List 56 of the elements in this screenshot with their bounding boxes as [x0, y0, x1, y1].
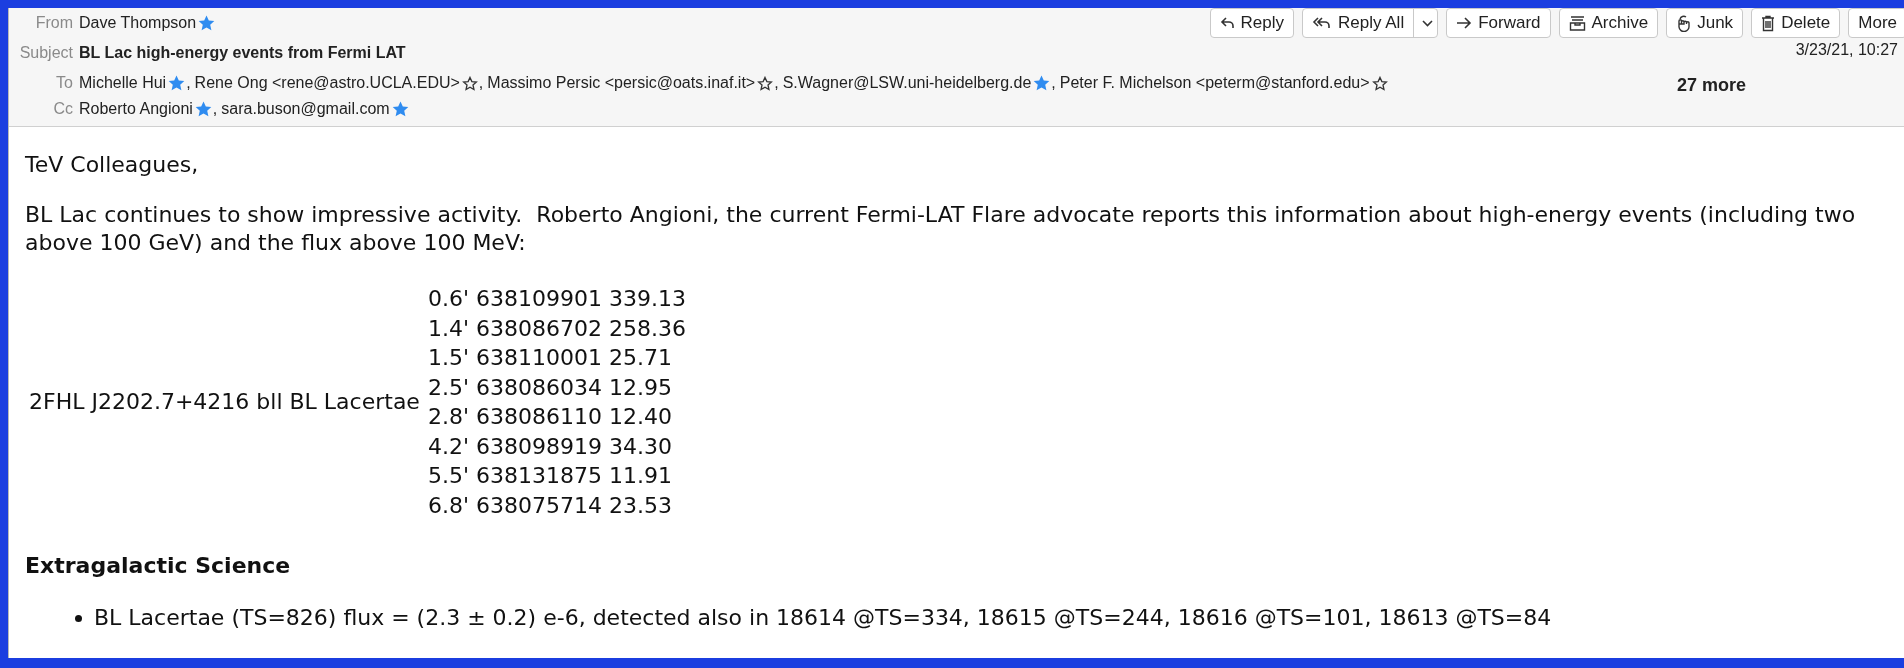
reply-button[interactable]: Reply: [1209, 8, 1294, 38]
separator-comma: ,: [1051, 74, 1056, 92]
recipient-name[interactable]: Michelle Hui: [79, 74, 167, 92]
event-row-text: 2.5' 638086034 12.95: [427, 373, 673, 402]
bullet-icon: [75, 614, 82, 622]
recipient-name[interactable]: Roberto Angioni: [79, 100, 193, 118]
forward-button[interactable]: Forward: [1446, 8, 1551, 38]
field-label: To: [55, 74, 74, 92]
event-row-text: 4.2' 638098919 34.30: [427, 432, 673, 461]
recipient-name[interactable]: Massimo Persic <persic@oats.inaf.it>: [487, 74, 756, 92]
star-outline-icon[interactable]: [1371, 75, 1388, 91]
star-outline-icon[interactable]: [461, 75, 478, 91]
event-row-text: 5.5' 638131875 11.91: [427, 462, 673, 490]
body-paragraph: BL Lac continues to show impressive activity. Roberto Angioni, the current Fermi-LAT Flare advocate reports this information about high-energy events (including two above 100 GeV) and the flux above 100 MeV:: [25, 201, 1857, 257]
reply-all-button[interactable]: Reply All: [1302, 8, 1439, 38]
hand-icon: [1676, 14, 1692, 32]
separator-comma: ,: [774, 74, 779, 92]
star-icon[interactable]: [391, 101, 409, 117]
event-row-text: 6.8' 638075714 23.53: [427, 491, 673, 520]
more-button[interactable]: More: [1848, 8, 1904, 38]
field-label: Subject: [18, 44, 74, 62]
section-heading: Extragalactic Science: [25, 552, 292, 580]
recipient-name[interactable]: S.Wagner@LSW.uni-heidelberg.de: [782, 74, 1032, 92]
delete-button[interactable]: Delete: [1751, 8, 1841, 38]
more-recipients-link[interactable]: 27 more: [1677, 75, 1747, 96]
reply-all-icon: [1312, 16, 1332, 30]
separator-comma: ,: [478, 74, 484, 92]
junk-button[interactable]: Junk: [1666, 8, 1744, 38]
trash-icon: [1761, 14, 1776, 32]
date-text: 3/23/21, 10:27: [1795, 41, 1898, 59]
field-label: From: [34, 14, 74, 32]
star-icon[interactable]: [168, 75, 186, 91]
event-row-text: 1.4' 638086702 258.36: [427, 314, 686, 343]
greeting-text: TeV Colleagues,: [25, 151, 200, 179]
recipient-name[interactable]: sara.buson@gmail.com: [221, 100, 390, 118]
separator-comma: ,: [186, 74, 191, 92]
arrow-right-icon: [1456, 17, 1473, 29]
archive-button[interactable]: Archive: [1558, 8, 1659, 38]
recipient-name[interactable]: Rene Ong <rene@astro.UCLA.EDU>: [194, 74, 460, 92]
recipient-name[interactable]: Peter F. Michelson <peterm@stanford.edu>: [1059, 74, 1370, 92]
event-row-text: 1.5' 638110001 25.71: [427, 344, 673, 372]
archive-icon: [1568, 15, 1586, 31]
star-icon[interactable]: [198, 15, 216, 31]
star-outline-icon[interactable]: [757, 75, 774, 91]
star-icon[interactable]: [194, 101, 212, 117]
separator-comma: ,: [212, 100, 218, 118]
event-row-text: 2.8' 638086110 12.40: [427, 403, 673, 431]
reply-icon: [1219, 16, 1235, 30]
caret-icon: [1422, 19, 1434, 27]
recipient-name[interactable]: Dave Thompson: [79, 14, 197, 32]
subject-text: BL Lac high-energy events from Fermi LAT: [79, 44, 406, 62]
event-row-text: 0.6' 638109901 339.13: [427, 285, 686, 313]
field-label: Cc: [52, 100, 74, 118]
star-icon[interactable]: [1033, 75, 1051, 91]
source-name: 2FHL J2202.7+4216 bll BL Lacertae: [29, 388, 421, 416]
bullet-text: BL Lacertae (TS=826) flux = (2.3 ± 0.2) e-6, detected also in 18614 @TS=334, 18615 @TS=244, 18616 @TS=101, 18613 @TS=84: [94, 604, 1552, 632]
